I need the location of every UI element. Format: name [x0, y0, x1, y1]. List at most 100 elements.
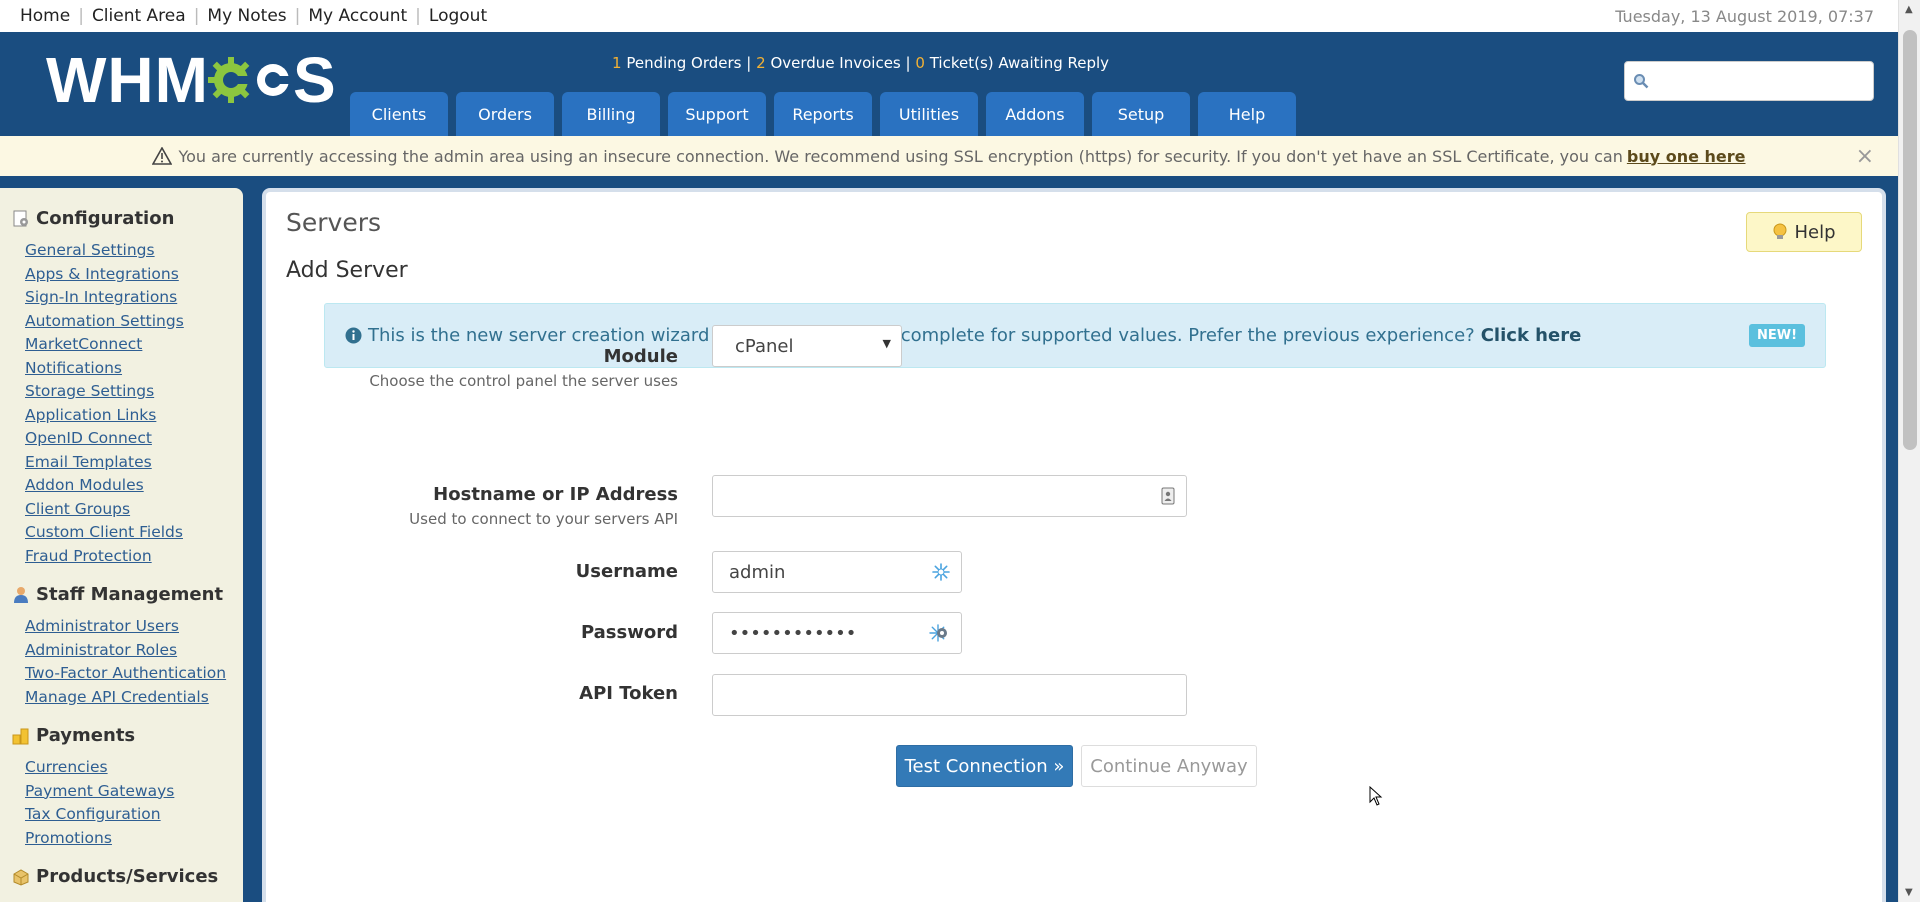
previous-experience-link[interactable]: Click here: [1481, 325, 1582, 346]
nav-tab-support[interactable]: Support: [668, 92, 766, 136]
separator: |: [415, 6, 421, 26]
info-alert: This is the new server creation wizard w…: [324, 303, 1826, 368]
username-label: Username: [575, 561, 678, 582]
sidebar-item-api-credentials[interactable]: Manage API Credentials: [25, 686, 243, 710]
whmcs-logo[interactable]: WHM S: [46, 44, 337, 116]
password-field[interactable]: ••••••••••••: [712, 612, 962, 654]
hostname-label: Hostname or IP Address: [433, 484, 678, 505]
sidebar-item-payment-gateways[interactable]: Payment Gateways: [25, 780, 243, 804]
sidebar-group-products-services: Products/Services: [12, 866, 243, 887]
sidebar-item-apps-integrations[interactable]: Apps & Integrations: [25, 263, 243, 287]
sidebar-group-staff-management: Staff Management Administrator Users Adm…: [12, 584, 243, 709]
help-button-label: Help: [1794, 221, 1836, 243]
test-connection-button[interactable]: Test Connection »: [896, 745, 1073, 787]
staff-icon: [14, 586, 28, 603]
sidebar-item-sign-in-integrations[interactable]: Sign-In Integrations: [25, 286, 243, 310]
chevron-down-icon: ▼: [882, 337, 891, 350]
info-text: This is the new server creation wizard w…: [368, 325, 1475, 346]
ssl-warning-text: You are currently accessing the admin ar…: [178, 146, 1623, 166]
close-icon[interactable]: ×: [1856, 144, 1874, 169]
sidebar-item-marketconnect[interactable]: MarketConnect: [25, 333, 243, 357]
sidebar-group-title: Products/Services: [12, 866, 243, 887]
scroll-up-arrow-icon[interactable]: ▲: [1905, 4, 1913, 15]
module-select-value: cPanel: [735, 335, 794, 357]
header: WHM S 1 Pending Orders | 2 Overdue Invoi…: [0, 32, 1898, 136]
sidebar-group-label: Payments: [36, 725, 136, 746]
top-link-client-area[interactable]: Client Area: [92, 6, 186, 26]
sidebar-item-custom-client-fields[interactable]: Custom Client Fields: [25, 521, 243, 545]
sidebar: Configuration General Settings Apps & In…: [0, 188, 243, 902]
sidebar-item-promotions[interactable]: Promotions: [25, 827, 243, 851]
search-box[interactable]: [1624, 61, 1874, 101]
nav-tab-help[interactable]: Help: [1198, 92, 1296, 136]
username-field[interactable]: admin: [712, 551, 962, 593]
top-link-my-account[interactable]: My Account: [308, 6, 407, 26]
pending-orders-link[interactable]: 1 Pending Orders: [612, 54, 746, 72]
module-label: Module: [603, 346, 678, 367]
products-icon: [13, 868, 29, 886]
sidebar-item-administrator-roles[interactable]: Administrator Roles: [25, 639, 243, 663]
top-links: Home | Client Area | My Notes | My Accou…: [20, 6, 487, 26]
sidebar-item-notifications[interactable]: Notifications: [25, 357, 243, 381]
sidebar-item-tax-configuration[interactable]: Tax Configuration: [25, 803, 243, 827]
sidebar-group-title: Staff Management: [12, 584, 243, 605]
sidebar-group-label: Staff Management: [36, 584, 224, 605]
sidebar-item-client-groups[interactable]: Client Groups: [25, 498, 243, 522]
sidebar-group-label: Products/Services: [36, 866, 219, 887]
search-input[interactable]: [1655, 71, 1873, 91]
module-help: Choose the control panel the server uses: [369, 372, 678, 390]
payments-icon: [12, 728, 29, 744]
nav-tab-utilities[interactable]: Utilities: [880, 92, 978, 136]
top-link-my-notes[interactable]: My Notes: [207, 6, 286, 26]
sidebar-item-fraud-protection[interactable]: Fraud Protection: [25, 545, 243, 569]
logo-text-right: S: [292, 44, 337, 116]
logo-text-left: WHM: [46, 44, 209, 116]
sidebar-item-administrator-users[interactable]: Administrator Users: [25, 615, 243, 639]
lightbulb-icon: [1773, 223, 1787, 239]
api-token-field[interactable]: [712, 674, 1187, 716]
sidebar-item-openid-connect[interactable]: OpenID Connect: [25, 427, 243, 451]
gear-c2-icon: [256, 64, 295, 96]
nav-tab-setup[interactable]: Setup: [1092, 92, 1190, 136]
password-value: ••••••••••••: [729, 622, 857, 644]
hostname-help: Used to connect to your servers API: [409, 510, 678, 528]
sidebar-item-general-settings[interactable]: General Settings: [25, 239, 243, 263]
top-link-home[interactable]: Home: [20, 6, 70, 26]
help-button[interactable]: Help: [1746, 212, 1862, 252]
sidebar-group-title: Payments: [12, 725, 243, 746]
sidebar-item-currencies[interactable]: Currencies: [25, 756, 243, 780]
separator: |: [294, 6, 301, 26]
module-select[interactable]: cPanel ▼: [712, 325, 902, 367]
sidebar-item-application-links[interactable]: Application Links: [25, 404, 243, 428]
header-stats: 1 Pending Orders | 2 Overdue Invoices | …: [612, 54, 1109, 72]
top-link-bar: Home | Client Area | My Notes | My Accou…: [0, 0, 1898, 32]
tickets-label: Ticket(s) Awaiting Reply: [929, 54, 1110, 72]
sidebar-item-addon-modules[interactable]: Addon Modules: [25, 474, 243, 498]
overdue-invoices-label: Overdue Invoices: [770, 54, 901, 72]
current-date: Tuesday, 13 August 2019, 07:37: [1615, 6, 1874, 26]
nav-tab-billing[interactable]: Billing: [562, 92, 660, 136]
hostname-field[interactable]: [712, 475, 1187, 517]
sidebar-item-automation-settings[interactable]: Automation Settings: [25, 310, 243, 334]
nav-tab-reports[interactable]: Reports: [774, 92, 872, 136]
page-scrollbar[interactable]: ▲ ▼: [1898, 0, 1920, 902]
overdue-invoices-link[interactable]: 2 Overdue Invoices: [756, 54, 905, 72]
api-token-label: API Token: [579, 683, 678, 704]
warning-icon: [152, 147, 173, 165]
nav-tab-addons[interactable]: Addons: [986, 92, 1084, 136]
sidebar-item-storage-settings[interactable]: Storage Settings: [25, 380, 243, 404]
nav-tab-orders[interactable]: Orders: [456, 92, 554, 136]
sidebar-group-payments: Payments Currencies Payment Gateways Tax…: [12, 725, 243, 850]
sidebar-item-two-factor-auth[interactable]: Two-Factor Authentication: [25, 662, 243, 686]
sidebar-item-email-templates[interactable]: Email Templates: [25, 451, 243, 475]
scroll-down-arrow-icon[interactable]: ▼: [1905, 887, 1913, 898]
username-value: admin: [729, 561, 786, 583]
main-nav: Clients Orders Billing Support Reports U…: [350, 92, 1296, 136]
continue-anyway-button[interactable]: Continue Anyway: [1081, 745, 1257, 787]
tickets-link[interactable]: 0 Ticket(s) Awaiting Reply: [915, 54, 1109, 72]
page-title: Servers: [286, 208, 382, 237]
scrollbar-thumb[interactable]: [1903, 30, 1917, 450]
top-link-logout[interactable]: Logout: [429, 6, 487, 26]
buy-ssl-link[interactable]: buy one here: [1627, 147, 1746, 166]
nav-tab-clients[interactable]: Clients: [350, 92, 448, 136]
